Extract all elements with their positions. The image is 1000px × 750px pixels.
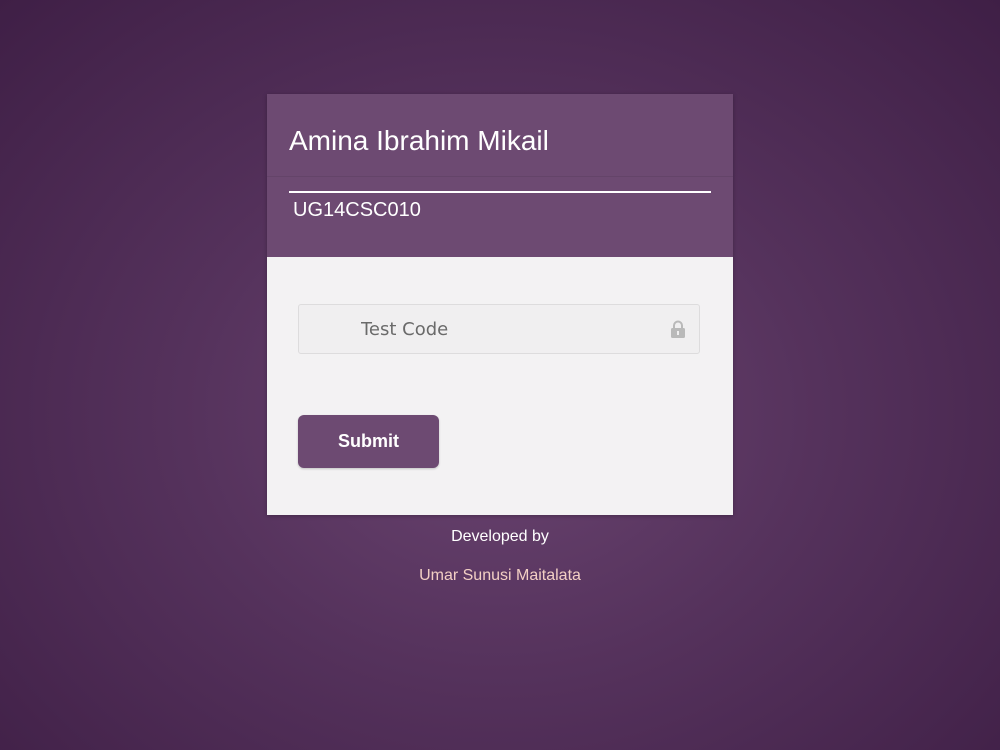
developed-by-label: Developed by: [451, 528, 549, 545]
login-card: Amina Ibrahim Mikail UG14CSC010 Submit: [267, 94, 733, 515]
student-id: UG14CSC010: [293, 199, 421, 221]
test-code-input[interactable]: [299, 305, 699, 353]
submit-button[interactable]: Submit: [298, 415, 439, 468]
card-header: Amina Ibrahim Mikail UG14CSC010: [267, 94, 733, 257]
header-divider: [267, 176, 733, 177]
card-body: Submit: [267, 257, 733, 515]
lock-icon: [670, 320, 686, 338]
developer-name: Umar Sunusi Maitalata: [419, 567, 581, 584]
name-underline: [289, 191, 711, 193]
test-code-field: [298, 304, 700, 354]
student-name: Amina Ibrahim Mikail: [289, 125, 549, 156]
